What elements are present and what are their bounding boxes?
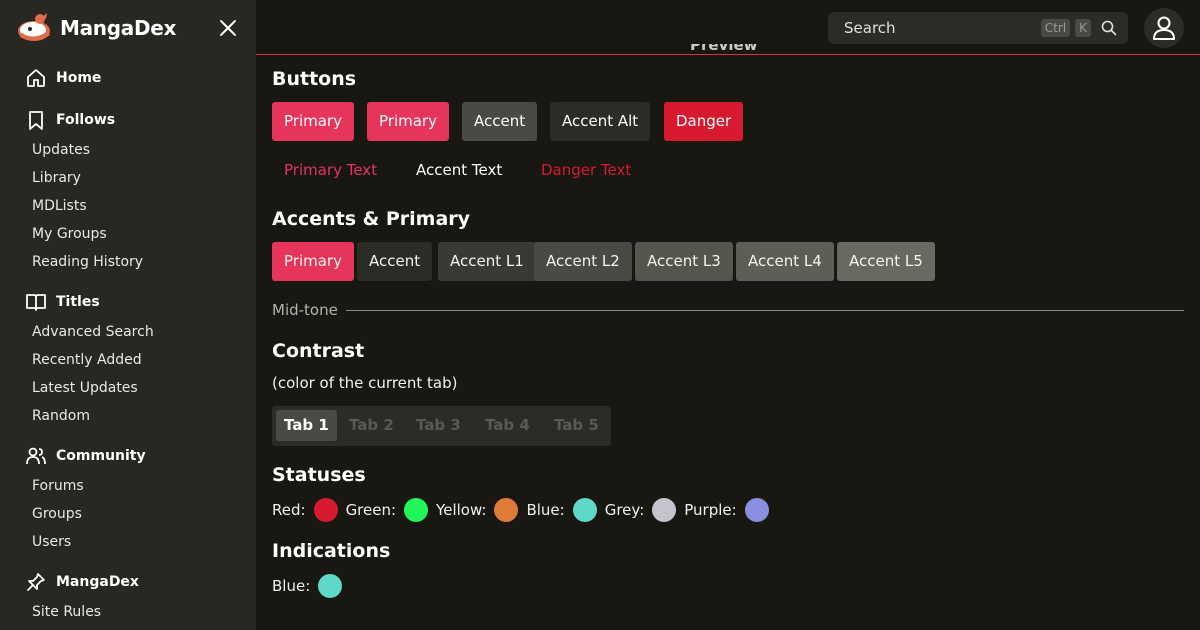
swatch-accent[interactable]: Accent xyxy=(357,242,433,281)
accents-title: Accents & Primary xyxy=(272,208,471,230)
sidebar-section-community[interactable]: Community xyxy=(0,440,256,472)
user-menu-button[interactable] xyxy=(1144,8,1184,48)
swatch-accent-l1[interactable]: Accent L1 xyxy=(438,242,536,281)
midtone-label: Mid-tone xyxy=(272,301,338,319)
indication-dot-blue xyxy=(318,574,343,598)
status-label-purple: Purple: xyxy=(684,501,737,519)
statuses-title: Statuses xyxy=(272,464,366,486)
swatch-accent-l2[interactable]: Accent L2 xyxy=(534,242,632,281)
sidebar-section-mangadex[interactable]: MangaDex xyxy=(0,566,256,598)
mangadex-logo-icon xyxy=(16,11,54,45)
nav-gap xyxy=(0,276,256,286)
tab-tab-5[interactable]: Tab 5 xyxy=(554,410,599,441)
swatch-accent-l3[interactable]: Accent L3 xyxy=(635,242,733,281)
divider-line xyxy=(345,309,1184,311)
sidebar-item-random[interactable]: Random xyxy=(0,402,256,430)
pin-icon xyxy=(24,570,48,594)
primary-text-button[interactable]: Primary Text xyxy=(284,155,377,185)
swatch-accent-l5[interactable]: Accent L5 xyxy=(837,242,935,281)
nav-gap xyxy=(0,94,256,104)
danger-text-button[interactable]: Danger Text xyxy=(541,155,631,185)
tab-bar: Tab 1 Tab 2 Tab 3 Tab 4 Tab 5 xyxy=(272,406,611,446)
search-icon[interactable] xyxy=(1100,19,1118,37)
nav-gap xyxy=(0,556,256,566)
sidebar-item-users[interactable]: Users xyxy=(0,528,256,556)
sidebar-item-forums[interactable]: Forums xyxy=(0,472,256,500)
accent-button[interactable]: Accent xyxy=(462,102,538,141)
close-sidebar-button[interactable] xyxy=(216,16,240,40)
primary-button[interactable]: Primary xyxy=(272,102,354,141)
sidebar-item-mdlists[interactable]: MDLists xyxy=(0,192,256,220)
bookmark-icon xyxy=(24,108,48,132)
sidebar-section-label: MangaDex xyxy=(56,574,139,590)
search-input[interactable]: Search Ctrl K xyxy=(828,12,1128,44)
status-dot-green xyxy=(404,498,429,522)
sidebar-nav: Home Follows Updates Library MDLists My Group… xyxy=(0,62,256,630)
sidebar-item-updates[interactable]: Updates xyxy=(0,136,256,164)
tab-tab-3[interactable]: Tab 3 xyxy=(416,410,461,441)
buttons-title: Buttons xyxy=(272,68,357,90)
indications-title: Indications xyxy=(272,540,391,562)
sidebar-item-reading-history[interactable]: Reading History xyxy=(0,248,256,276)
sidebar-item-my-groups[interactable]: My Groups xyxy=(0,220,256,248)
sidebar-item-latest-updates[interactable]: Latest Updates xyxy=(0,374,256,402)
accent-alt-button[interactable]: Accent Alt xyxy=(550,102,651,141)
status-dot-purple xyxy=(744,498,769,522)
shortcut-k-key: K xyxy=(1075,19,1091,37)
status-label-yellow: Yellow: xyxy=(436,501,487,519)
sidebar-section-follows[interactable]: Follows xyxy=(0,104,256,136)
sidebar-item-advanced-search[interactable]: Advanced Search xyxy=(0,318,256,346)
sidebar-section-label: Home xyxy=(56,70,102,86)
status-label-blue: Blue: xyxy=(526,501,565,519)
tab-tab-4[interactable]: Tab 4 xyxy=(485,410,530,441)
status-dot-red xyxy=(313,498,338,522)
search-placeholder: Search xyxy=(844,19,896,37)
sidebar-section-titles[interactable]: Titles xyxy=(0,286,256,318)
contrast-subtitle: (color of the current tab) xyxy=(272,374,458,392)
tab-tab-1[interactable]: Tab 1 xyxy=(276,410,337,441)
midtone-divider: Mid-tone xyxy=(272,300,1184,320)
sidebar-section-label: Titles xyxy=(56,294,100,310)
book-open-icon xyxy=(24,290,48,314)
status-dot-blue xyxy=(572,498,597,522)
indication-label-blue: Blue: xyxy=(272,577,311,595)
contrast-title: Contrast xyxy=(272,340,365,362)
status-label-grey: Grey: xyxy=(604,501,645,519)
shortcut-ctrl-key: Ctrl xyxy=(1040,19,1071,37)
danger-button[interactable]: Danger xyxy=(664,102,744,141)
status-dot-grey xyxy=(652,498,677,522)
sidebar-item-recently-added[interactable]: Recently Added xyxy=(0,346,256,374)
swatch-primary[interactable]: Primary xyxy=(272,242,354,281)
accent-text-button[interactable]: Accent Text xyxy=(416,155,502,185)
brand-name: MangaDex xyxy=(60,16,177,40)
sidebar: MangaDex Home Follows Updates Library MDList… xyxy=(0,0,256,630)
primary-button[interactable]: Primary xyxy=(367,102,449,141)
home-icon xyxy=(24,66,48,90)
tab-tab-2[interactable]: Tab 2 xyxy=(349,410,394,441)
sidebar-item-site-rules[interactable]: Site Rules xyxy=(0,598,256,626)
sidebar-item-groups[interactable]: Groups xyxy=(0,500,256,528)
sidebar-section-label: Follows xyxy=(56,112,116,128)
sidebar-item-library[interactable]: Library xyxy=(0,164,256,192)
user-icon xyxy=(1153,16,1175,40)
sidebar-item-announcements[interactable]: Announcements xyxy=(0,626,256,630)
sidebar-section-home[interactable]: Home xyxy=(0,62,256,94)
status-label-green: Green: xyxy=(345,501,397,519)
preview-heading: Preview xyxy=(690,44,758,54)
sidebar-section-label: Community xyxy=(56,448,146,464)
status-dot-yellow xyxy=(494,498,519,522)
users-icon xyxy=(24,444,48,468)
swatch-accent-l4[interactable]: Accent L4 xyxy=(736,242,834,281)
status-label-red: Red: xyxy=(272,501,306,519)
close-icon xyxy=(220,20,236,36)
indications-row: Blue: xyxy=(272,573,350,599)
statuses-row: Red: Green: Yellow: Blue: Grey: Purple: xyxy=(272,497,777,523)
nav-gap xyxy=(0,430,256,440)
brand[interactable]: MangaDex xyxy=(16,10,176,46)
